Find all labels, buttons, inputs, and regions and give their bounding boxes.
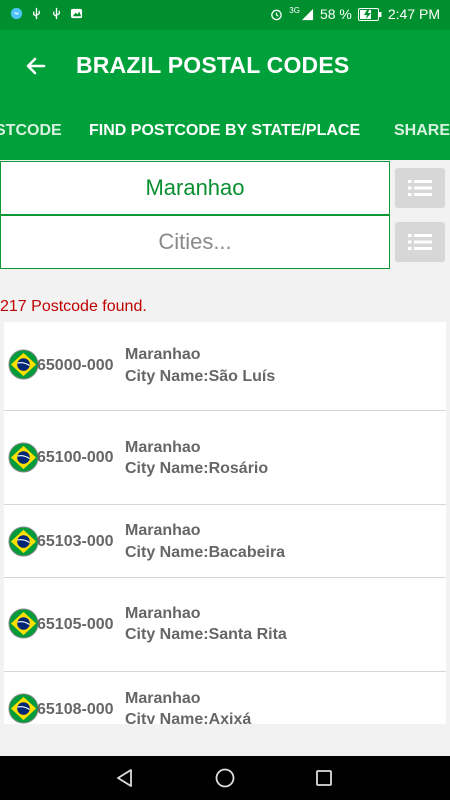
list-item[interactable]: 65103-000 Maranhao City Name:Bacabeira: [4, 505, 446, 578]
messenger-icon: [10, 7, 23, 20]
postcode: 65105-000: [37, 616, 114, 633]
city-name: City Name:Rosário: [125, 460, 269, 477]
state-name: Maranhao: [125, 522, 201, 539]
usb-icon: [53, 7, 60, 20]
photo-icon: [70, 8, 83, 19]
square-recents-icon: [316, 770, 332, 786]
result-count: 217 Postcode found.: [0, 298, 147, 315]
arrow-left-icon: [26, 57, 46, 75]
app-bar: BRAZIL POSTAL CODES: [0, 30, 450, 102]
postcode: 65108-000: [37, 701, 114, 718]
list-item[interactable]: 65105-000 Maranhao City Name:Santa Rita: [4, 578, 446, 672]
city-list-button[interactable]: [395, 222, 445, 262]
state-name: Maranhao: [125, 690, 201, 707]
alarm-icon: [271, 9, 283, 20]
status-bar: 3G 58 % 2:47 PM: [0, 0, 450, 30]
nav-home-button[interactable]: [210, 764, 240, 792]
network-type: 3G: [289, 5, 300, 15]
list-icon: [408, 180, 432, 196]
page-title: BRAZIL POSTAL CODES: [76, 52, 350, 78]
list-item[interactable]: 65100-000 Maranhao City Name:Rosário: [4, 411, 446, 505]
brazil-flag-icon: [8, 442, 39, 473]
list-item[interactable]: 65000-000 Maranhao City Name:São Luís: [4, 322, 446, 411]
state-name: Maranhao: [125, 605, 201, 622]
list-icon: [408, 234, 432, 250]
state-name: Maranhao: [125, 346, 201, 363]
postcode: 65100-000: [37, 449, 114, 466]
state-list-button[interactable]: [395, 168, 445, 208]
brazil-flag-icon: [8, 526, 39, 557]
system-nav-bar: [0, 756, 450, 800]
brazil-flag-icon: [8, 349, 39, 380]
tab-share[interactable]: SHARE: [394, 122, 450, 140]
city-name: City Name:Santa Rita: [125, 626, 287, 643]
city-name: City Name:São Luís: [125, 368, 276, 385]
nav-recents-button[interactable]: [309, 764, 339, 792]
brazil-flag-icon: [8, 693, 39, 724]
tab-find-by-state-place[interactable]: FIND POSTCODE BY STATE/PLACE: [89, 122, 360, 140]
system-icons: 3G 58 % 2:47 PM: [270, 6, 440, 22]
signal-icon: [301, 8, 314, 20]
city-name: City Name:Axixá: [125, 711, 252, 724]
city-name: City Name:Bacabeira: [125, 544, 286, 561]
city-field[interactable]: Cities...: [0, 215, 390, 269]
clock: 2:47 PM: [387, 6, 440, 22]
battery-charging-icon: [357, 7, 382, 21]
usb-icon: [33, 7, 40, 20]
circle-home-icon: [215, 768, 235, 788]
tab-postcode[interactable]: STCODE: [0, 122, 62, 140]
battery-percent: 58 %: [319, 6, 352, 22]
postcode-list[interactable]: 65000-000 Maranhao City Name:São Luís 65…: [4, 322, 446, 724]
tab-bar: STCODE FIND POSTCODE BY STATE/PLACE SHAR…: [0, 102, 450, 160]
back-button[interactable]: [18, 48, 54, 84]
postcode: 65000-000: [37, 357, 114, 374]
nav-back-button[interactable]: [110, 764, 140, 792]
triangle-back-icon: [117, 769, 132, 787]
notification-icons: [10, 7, 83, 20]
state-name: Maranhao: [125, 439, 201, 456]
list-item[interactable]: 65108-000 Maranhao City Name:Axixá: [4, 672, 446, 724]
brazil-flag-icon: [8, 608, 39, 639]
state-field[interactable]: Maranhao: [0, 161, 390, 215]
postcode: 65103-000: [37, 533, 114, 550]
